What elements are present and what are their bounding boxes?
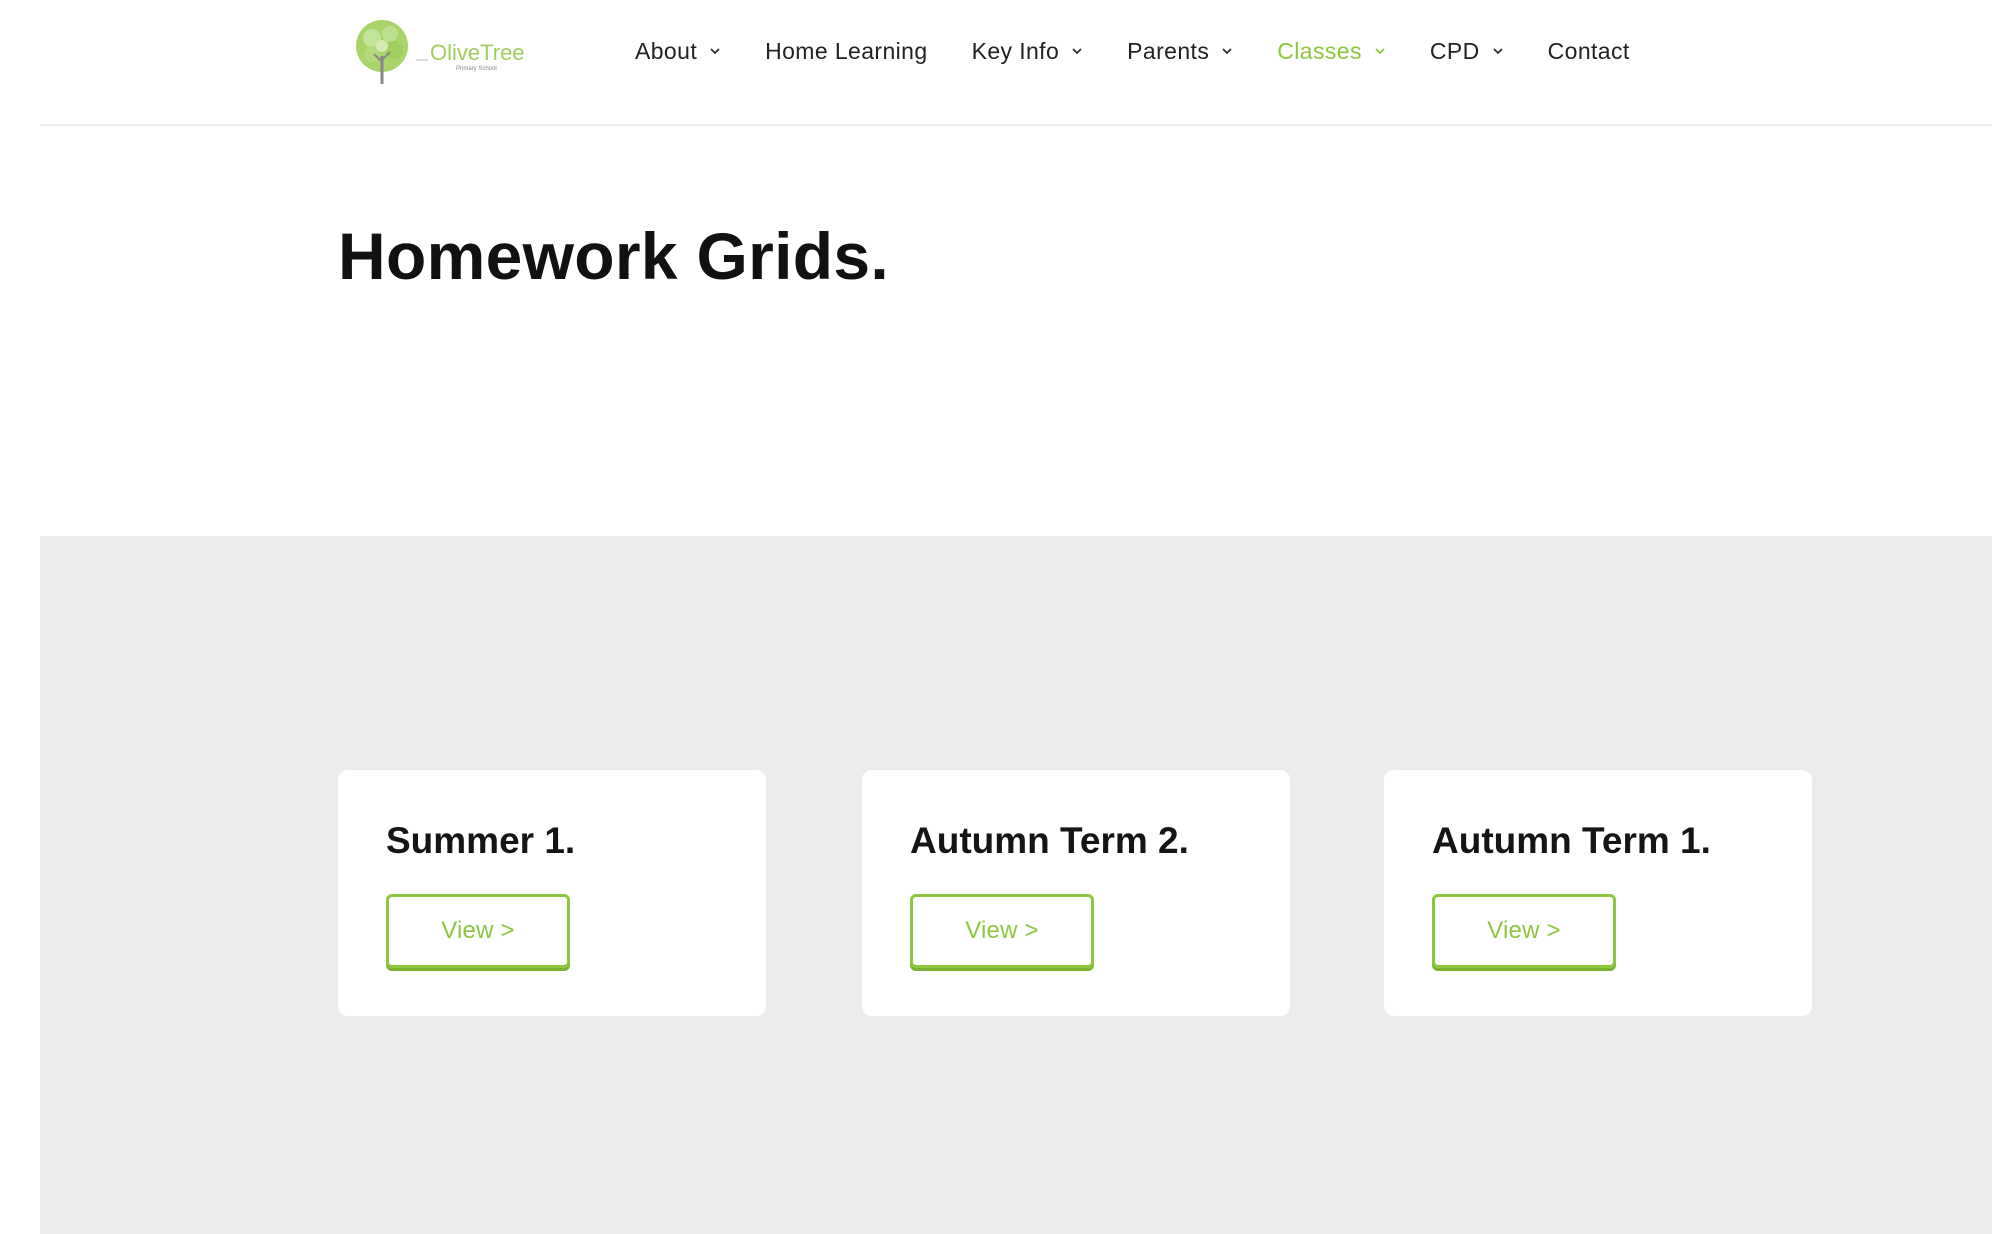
chevron-down-icon [709,45,721,57]
nav-item-label: Parents [1127,37,1210,64]
chevron-down-icon [1221,45,1233,57]
nav-item-parents[interactable]: Parents [1127,38,1233,65]
card-summer-1: Summer 1. View > [338,770,766,1016]
view-button[interactable]: View > [910,894,1094,968]
site-logo[interactable]: OliveTree Primary School [350,16,540,86]
chevron-down-icon [1374,45,1386,57]
svg-text:Primary School: Primary School [456,66,497,72]
tree-logo-icon: OliveTree Primary School [356,20,525,84]
nav-item-label: Classes [1277,37,1362,64]
card-autumn-term-2: Autumn Term 2. View > [862,770,1290,1016]
page-title: Homework Grids. [338,219,889,293]
nav-item-label: Contact [1547,37,1630,64]
card-title: Autumn Term 1. [1432,820,1711,861]
nav-item-contact[interactable]: Contact [1548,38,1630,65]
main-nav: About Home Learning Key Info Parents Classes… [635,34,1674,68]
page: OliveTree Primary School About Home Learn… [0,0,1992,1234]
site-header: OliveTree Primary School About Home Learn… [40,0,1992,126]
chevron-down-icon [1071,45,1083,57]
nav-item-home-learning[interactable]: Home Learning [765,38,927,65]
nav-item-label: CPD [1429,37,1480,64]
nav-item-label: About [635,37,698,64]
svg-text:OliveTree: OliveTree [430,40,525,65]
nav-item-key-info[interactable]: Key Info [972,38,1084,65]
nav-item-label: Home Learning [765,37,928,64]
card-title: Summer 1. [386,820,576,861]
view-button[interactable]: View > [386,894,570,968]
chevron-down-icon [1492,45,1504,57]
nav-item-label: Key Info [971,37,1060,64]
nav-item-about[interactable]: About [635,38,721,65]
card-title: Autumn Term 2. [910,820,1189,861]
nav-item-classes[interactable]: Classes [1277,38,1386,65]
card-autumn-term-1: Autumn Term 1. View > [1384,770,1812,1016]
view-button[interactable]: View > [1432,894,1616,968]
nav-item-cpd[interactable]: CPD [1430,38,1504,65]
